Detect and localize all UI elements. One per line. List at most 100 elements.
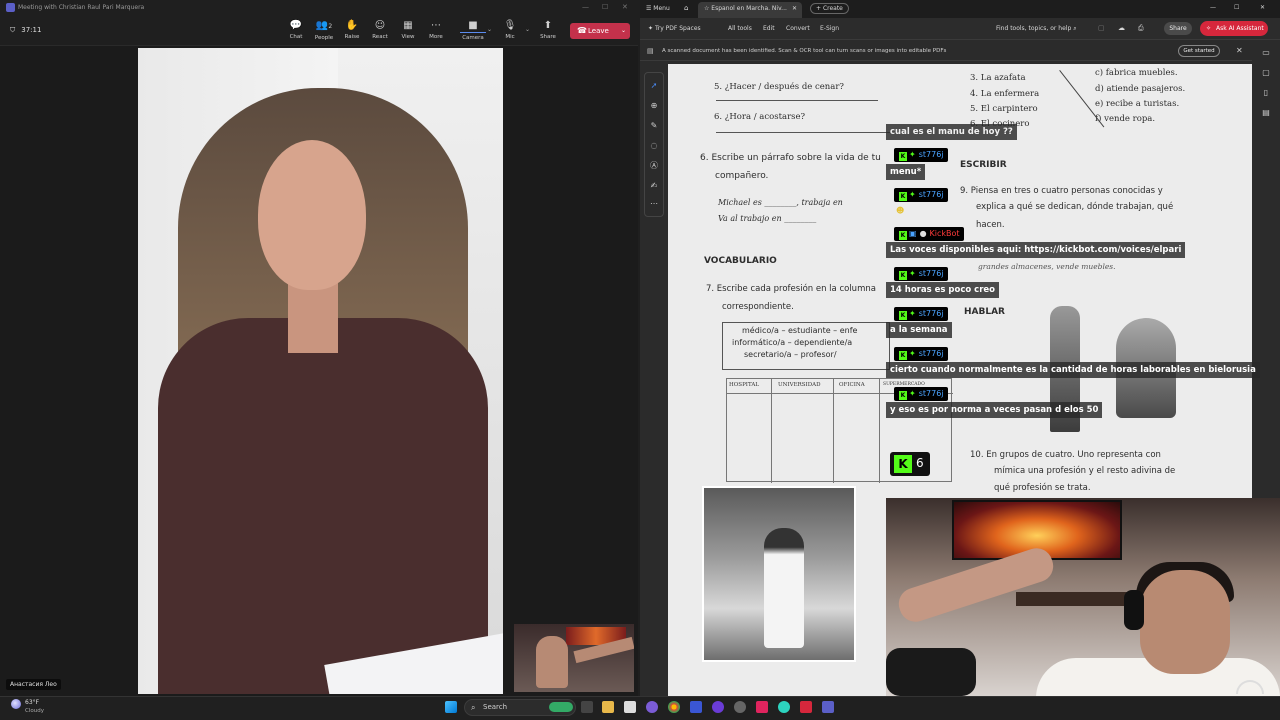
all-tools-button[interactable]: All tools bbox=[728, 25, 752, 32]
answer-line bbox=[716, 132, 890, 133]
sub-badge-icon: ✦ bbox=[909, 349, 916, 358]
window-maximize-icon[interactable]: ☐ bbox=[1234, 4, 1239, 11]
minimize-icon[interactable]: — bbox=[582, 3, 589, 11]
chat-message: Las voces disponibles aqui: https://kick… bbox=[886, 242, 1186, 258]
notepad-icon[interactable] bbox=[624, 701, 636, 713]
copilot-icon[interactable] bbox=[549, 702, 573, 712]
esign-button[interactable]: E-Sign bbox=[820, 25, 839, 32]
acrobat-icon[interactable] bbox=[800, 701, 812, 713]
table-header: HOSPITAL bbox=[729, 382, 759, 388]
more-tools-icon[interactable]: ⋯ bbox=[648, 198, 660, 210]
more-button[interactable]: ⋯ More bbox=[423, 20, 449, 40]
table-header: UNIVERSIDAD bbox=[778, 382, 821, 388]
tiktok-icon[interactable] bbox=[756, 701, 768, 713]
camera-icon: ■ bbox=[460, 20, 486, 33]
sub-badge-icon: ✦ bbox=[909, 190, 916, 199]
webcam-head bbox=[1140, 570, 1230, 674]
view-button[interactable]: ▦ View bbox=[395, 20, 421, 40]
zoom-tool-icon[interactable]: ⊕ bbox=[648, 100, 660, 112]
people-count: 2 bbox=[328, 23, 333, 30]
get-started-button[interactable]: Get started bbox=[1178, 45, 1220, 57]
tab-close-icon[interactable]: ✕ bbox=[792, 5, 797, 12]
window-minimize-icon[interactable]: — bbox=[1210, 4, 1216, 11]
app-icon-purple[interactable] bbox=[646, 701, 658, 713]
mic-options-chevron-icon[interactable]: ⌄ bbox=[525, 26, 530, 33]
raise-hand-button[interactable]: ✋ Raise bbox=[339, 20, 365, 40]
chevron-down-icon[interactable]: ⌄ bbox=[621, 23, 626, 39]
task-view-icon[interactable] bbox=[581, 701, 593, 713]
sub-badge-icon: ✦ bbox=[909, 150, 916, 159]
teams-titlebar: Meeting with Christian Raul Pari Marquer… bbox=[0, 0, 638, 16]
people-button[interactable]: 👥2 People bbox=[311, 20, 337, 41]
example-line-2: Va al trabajo en ________ bbox=[718, 214, 817, 223]
app-icon-l[interactable] bbox=[690, 701, 702, 713]
app-icon-obs[interactable] bbox=[712, 701, 724, 713]
cashier-photo bbox=[702, 486, 856, 662]
phone-hangup-icon: ☎ bbox=[577, 26, 587, 35]
try-pdf-spaces-button[interactable]: ✦ Try PDF Spaces bbox=[648, 25, 701, 32]
bookmark-icon[interactable]: ▯ bbox=[1260, 88, 1272, 97]
ai-assistant-button[interactable]: ✧ Ask AI Assistant bbox=[1200, 21, 1268, 36]
match-left-item: 3. La azafata bbox=[970, 73, 1026, 83]
exercise-10-line: 10. En grupos de cuatro. Uno representa … bbox=[970, 450, 1161, 460]
lasso-tool-icon[interactable]: ◌ bbox=[648, 140, 660, 152]
viewer-count-badge: K 6 bbox=[890, 452, 930, 476]
chat-username: K ✦ st776j bbox=[894, 387, 948, 401]
exercise-10-line: mímica una profesión y el resto adivina … bbox=[994, 466, 1176, 476]
raise-hand-icon: ✋ bbox=[345, 20, 359, 31]
notice-close-icon[interactable]: ✕ bbox=[1236, 46, 1243, 55]
document-tab-label: ☆ Espanol en Marcha. Niv... bbox=[704, 5, 787, 12]
photo-person bbox=[764, 528, 804, 648]
self-view-video[interactable] bbox=[514, 624, 634, 692]
call-timer: ⛉ 37:11 bbox=[10, 26, 41, 35]
webcam-headset bbox=[1124, 590, 1144, 630]
comment-icon[interactable]: ▢ bbox=[1260, 68, 1272, 77]
close-icon[interactable]: ✕ bbox=[622, 3, 628, 11]
pen-tool-icon[interactable]: ✎ bbox=[648, 120, 660, 132]
weather-condition: Cloudy bbox=[25, 708, 44, 714]
select-tool-icon[interactable]: ➚ bbox=[648, 80, 660, 92]
save-icon[interactable]: ▢ bbox=[1098, 24, 1105, 32]
chrome-icon[interactable] bbox=[668, 701, 680, 713]
print-icon[interactable]: ⎙ bbox=[1138, 24, 1144, 33]
mic-button[interactable]: 🎙 Mic bbox=[497, 20, 523, 40]
bot-badge-icon: ▣ bbox=[909, 229, 917, 238]
word-box-line: secretario/a – profesor/ bbox=[744, 350, 837, 359]
window-close-icon[interactable]: ✕ bbox=[1260, 4, 1265, 11]
camera-button[interactable]: ■ Camera bbox=[460, 20, 486, 41]
share-screen-button[interactable]: ⬆ Share bbox=[535, 20, 561, 40]
windows-start-icon[interactable] bbox=[445, 701, 457, 713]
convert-button[interactable]: Convert bbox=[786, 25, 810, 32]
app-icon-teal[interactable] bbox=[778, 701, 790, 713]
leave-button[interactable]: ☎ Leave ⌄ bbox=[570, 23, 630, 39]
chat-message: a la semana bbox=[886, 322, 952, 338]
react-button[interactable]: ☺ React bbox=[367, 20, 393, 40]
match-left-item: 4. La enfermera bbox=[970, 89, 1040, 99]
chat-button[interactable]: 💬 Chat bbox=[283, 20, 309, 40]
home-icon[interactable]: ⌂ bbox=[684, 4, 688, 12]
pages-icon[interactable]: ▤ bbox=[1260, 108, 1272, 117]
settings-icon[interactable] bbox=[734, 701, 746, 713]
menu-button[interactable]: ☰ Menu bbox=[646, 5, 670, 12]
exercise-9-line: hacen. bbox=[976, 220, 1005, 230]
file-explorer-icon[interactable] bbox=[602, 701, 614, 713]
match-right-item: e) recibe a turistas. bbox=[1095, 99, 1180, 109]
teams-icon[interactable] bbox=[822, 701, 834, 713]
webcam-shelf bbox=[1016, 592, 1136, 606]
weather-cloudy-icon[interactable] bbox=[11, 699, 21, 709]
stamp-tool-icon[interactable]: ✍ bbox=[648, 180, 660, 192]
call-duration: 37:11 bbox=[21, 26, 42, 34]
create-button[interactable]: + Create bbox=[810, 3, 849, 14]
edit-button[interactable]: Edit bbox=[763, 25, 775, 32]
shield-icon: ⛉ bbox=[10, 26, 16, 34]
maximize-icon[interactable]: ☐ bbox=[602, 3, 608, 11]
upload-cloud-icon[interactable]: ☁ bbox=[1118, 24, 1125, 32]
camera-options-chevron-icon[interactable]: ⌄ bbox=[487, 26, 492, 33]
text-tool-icon[interactable]: Ⓐ bbox=[648, 160, 660, 172]
panel-icon[interactable]: ▭ bbox=[1260, 48, 1272, 57]
find-tools-search[interactable]: Find tools, topics, or help ⌕ bbox=[996, 25, 1077, 33]
video-person-face bbox=[258, 140, 366, 290]
share-button[interactable]: Share bbox=[1164, 22, 1192, 35]
escribir-heading: ESCRIBIR bbox=[960, 160, 1007, 170]
chat-username: K ✦ st776j bbox=[894, 188, 948, 202]
